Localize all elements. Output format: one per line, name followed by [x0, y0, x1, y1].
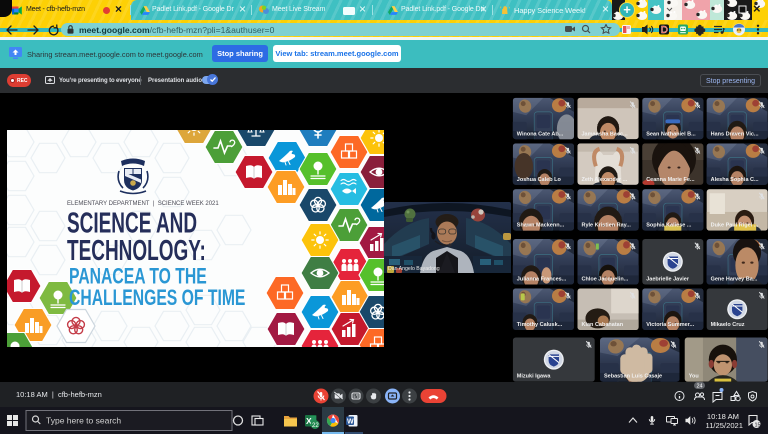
svg-text:Zeth Alexander ...: Zeth Alexander ...: [582, 177, 628, 183]
svg-text:24: 24: [697, 384, 703, 390]
svg-text:W: W: [347, 419, 354, 426]
svg-text:Hans Draven Vic...: Hans Draven Vic...: [711, 131, 759, 137]
svg-text:11/25/2021: 11/25/2021: [706, 421, 743, 430]
svg-text:Julianna Frances...: Julianna Frances...: [517, 277, 567, 283]
svg-text:Sebastian Luis Casaje: Sebastian Luis Casaje: [604, 374, 662, 380]
svg-text:Alesha Sophia C...: Alesha Sophia C...: [711, 177, 759, 183]
svg-text:Type here to search: Type here to search: [46, 416, 121, 426]
svg-text:Shawn Mackenn...: Shawn Mackenn...: [517, 223, 565, 229]
svg-text:Winona Cate Ab...: Winona Cate Ab...: [517, 131, 564, 137]
svg-text:Jamansha Bacc...: Jamansha Bacc...: [582, 131, 629, 137]
svg-text:15: 15: [755, 423, 761, 429]
svg-text:Duke Paul Rigel ...: Duke Paul Rigel ...: [711, 223, 759, 229]
svg-text:Joshua Caleb Lo: Joshua Caleb Lo: [517, 177, 562, 183]
svg-text:22: 22: [312, 423, 319, 429]
svg-text:You: You: [689, 374, 699, 380]
svg-text:Ceanna Marie Fe...: Ceanna Marie Fe...: [646, 177, 695, 183]
svg-text:10:18 AM: 10:18 AM: [707, 412, 739, 421]
svg-text:Sophia Kaliese ...: Sophia Kaliese ...: [646, 223, 692, 229]
svg-text:Kian Cabanatan: Kian Cabanatan: [582, 322, 624, 328]
svg-text:Mizuki Igawa: Mizuki Igawa: [517, 374, 552, 380]
svg-text:Mikaelo Cruz: Mikaelo Cruz: [711, 322, 745, 328]
svg-text:Victoria Summer...: Victoria Summer...: [646, 322, 694, 328]
svg-text:Gene Harvey Ba...: Gene Harvey Ba...: [711, 277, 758, 283]
svg-text:Jaebrielle Javier: Jaebrielle Javier: [646, 277, 690, 283]
svg-text:Chloe Jacquelin...: Chloe Jacquelin...: [582, 277, 629, 283]
svg-text:Timothy Calusk...: Timothy Calusk...: [517, 322, 563, 328]
svg-text:Ryle Kristien Ray...: Ryle Kristien Ray...: [582, 223, 632, 229]
svg-text:Sean Nathaniel B...: Sean Nathaniel B...: [646, 131, 696, 137]
